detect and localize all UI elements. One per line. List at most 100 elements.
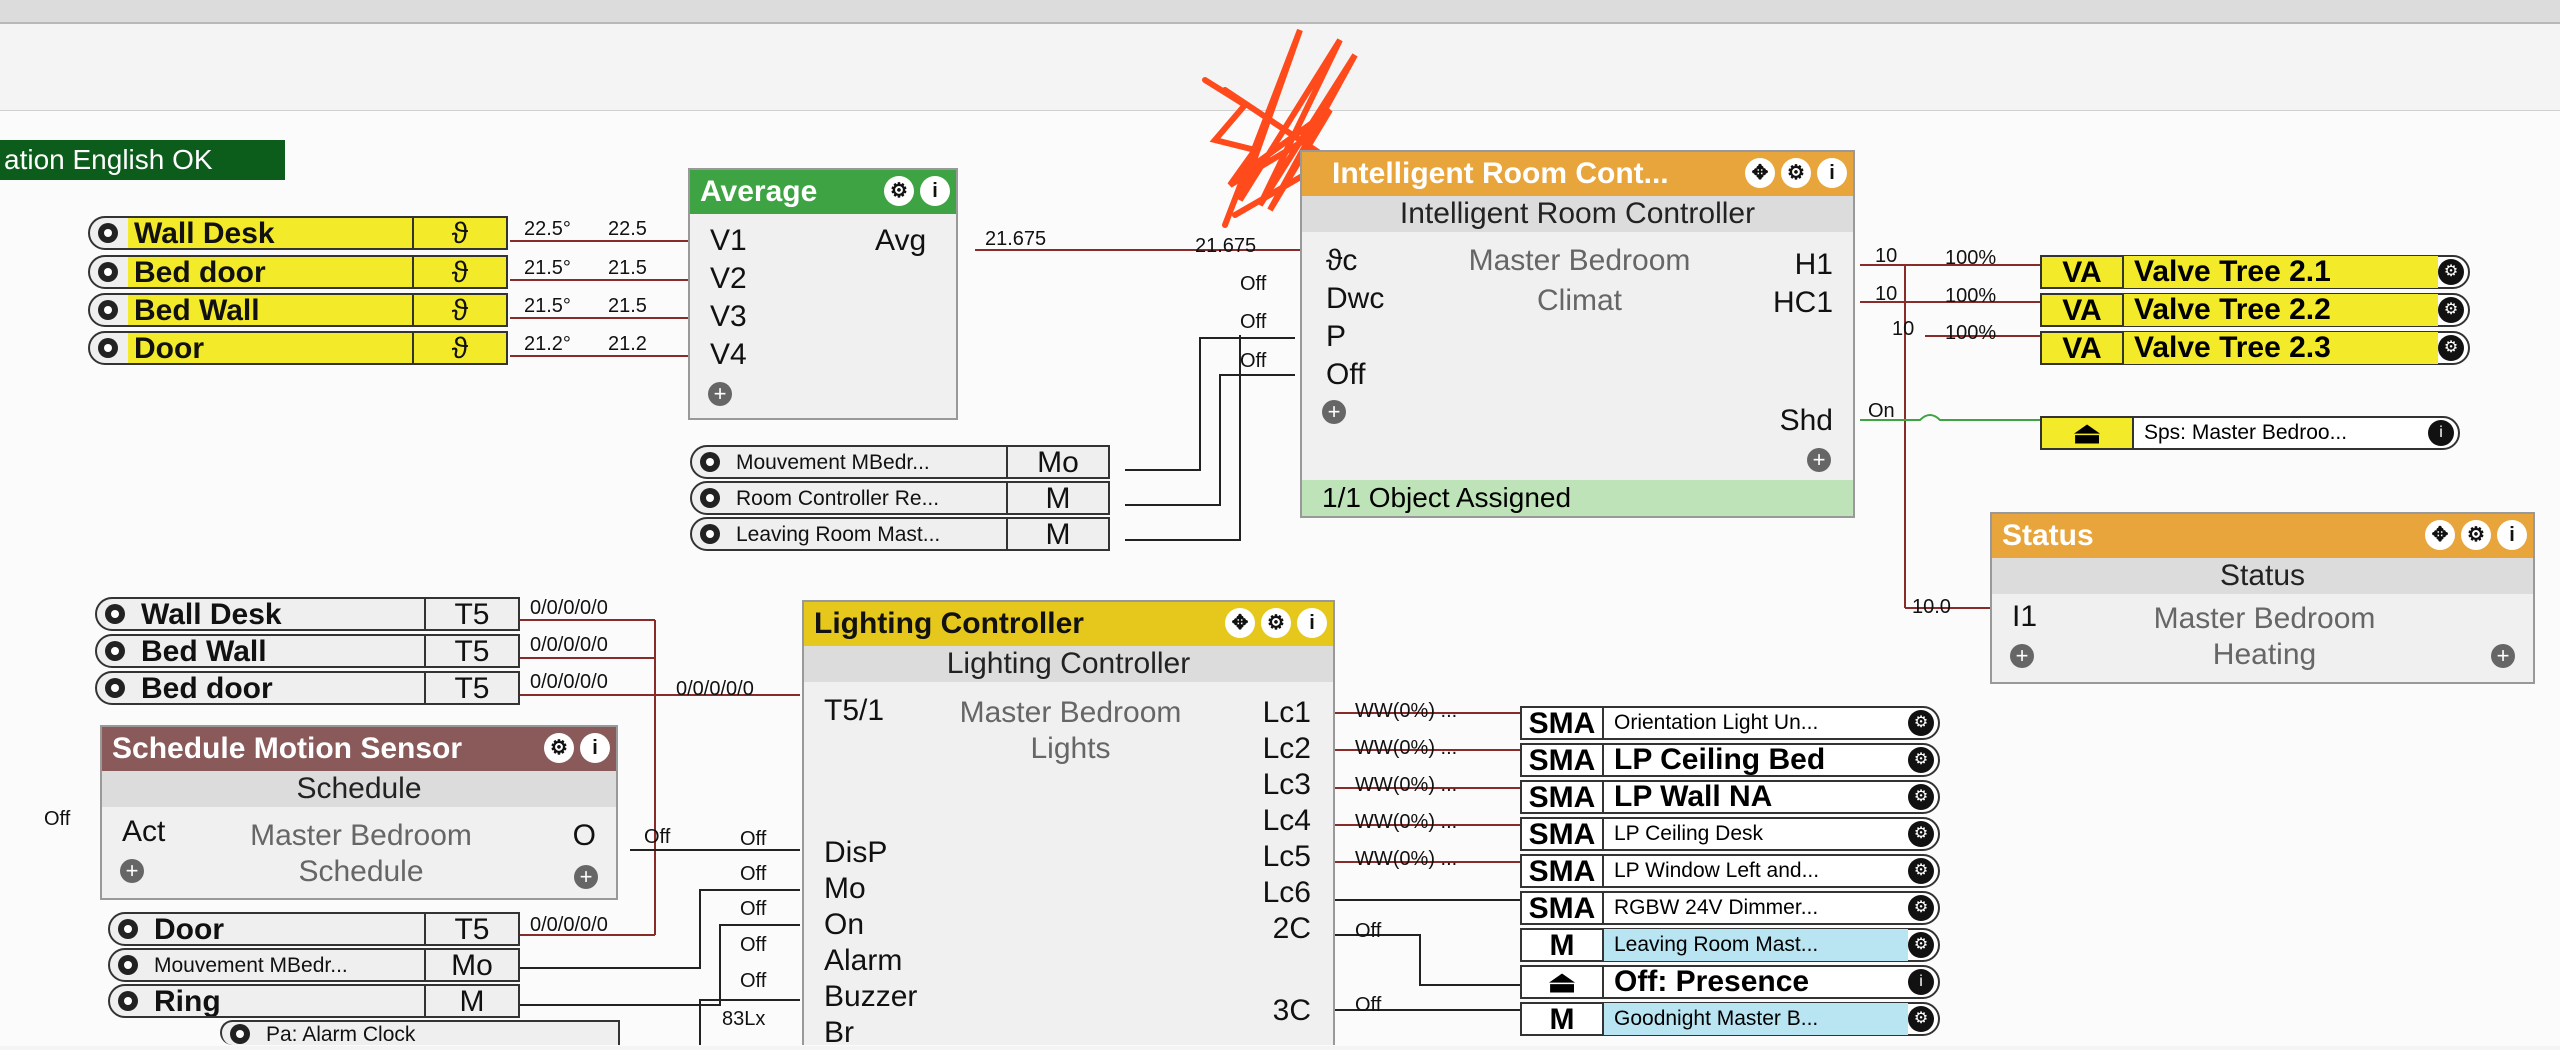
lighting-output-lc6[interactable]: Lc6 — [1263, 876, 1311, 910]
info-icon[interactable]: i — [2497, 520, 2527, 550]
output-orientation-light[interactable]: SMA Orientation Light Un... ⚙ — [1520, 706, 1940, 740]
lighting-input-disp[interactable]: DisP — [824, 836, 887, 870]
output-lp-ceiling-desk[interactable]: SMA LP Ceiling Desk ⚙ — [1520, 817, 1940, 851]
input-lower-ring[interactable]: Ring M — [108, 984, 520, 1018]
status-header[interactable]: Status ✥ ⚙ i — [1992, 514, 2533, 558]
gear-icon[interactable]: ⚙ — [2438, 297, 2464, 323]
lighting-output-lc5[interactable]: Lc5 — [1263, 840, 1311, 874]
gear-icon[interactable] — [700, 452, 720, 472]
output-lp-wall-na[interactable]: SMA LP Wall NA ⚙ — [1520, 780, 1940, 814]
move-icon[interactable]: ✥ — [1225, 608, 1255, 638]
input-mouvement[interactable]: Mouvement MBedr... Mo — [690, 445, 1110, 479]
lighting-input-on[interactable]: On — [824, 908, 864, 942]
info-icon[interactable]: i — [920, 176, 950, 206]
gear-icon[interactable]: ⚙ — [1908, 932, 1934, 958]
irc-input-off[interactable]: Off — [1326, 358, 1365, 392]
irc-output-h1[interactable]: H1 — [1795, 248, 1833, 282]
average-input-v3[interactable]: V3 — [710, 300, 747, 334]
gear-icon[interactable] — [98, 300, 118, 320]
info-icon[interactable]: i — [2428, 420, 2454, 446]
irc-header[interactable]: Intelligent Room Cont... ✥ ⚙ i — [1302, 152, 1853, 196]
lighting-output-3c[interactable]: 3C — [1273, 994, 1311, 1028]
gear-icon[interactable] — [98, 338, 118, 358]
gear-icon[interactable]: ⚙ — [884, 176, 914, 206]
gear-icon[interactable]: ⚙ — [2461, 520, 2491, 550]
info-icon[interactable]: i — [1297, 608, 1327, 638]
lighting-output-lc4[interactable]: Lc4 — [1263, 804, 1311, 838]
info-icon[interactable]: i — [1908, 969, 1934, 995]
move-icon[interactable]: ✥ — [2425, 520, 2455, 550]
average-input-v2[interactable]: V2 — [710, 262, 747, 296]
output-lp-ceiling-bed[interactable]: SMA LP Ceiling Bed ⚙ — [1520, 743, 1940, 777]
gear-icon[interactable]: ⚙ — [1261, 608, 1291, 638]
output-lp-window-left[interactable]: SMA LP Window Left and... ⚙ — [1520, 854, 1940, 888]
status-block[interactable]: Status ✥ ⚙ i Status I1 Master Bedroom Heat… — [1990, 512, 2535, 684]
input-light-bed-wall[interactable]: Bed Wall T5 — [95, 634, 520, 668]
gear-icon[interactable] — [700, 524, 720, 544]
intelligent-room-controller-block[interactable]: Intelligent Room Cont... ✥ ⚙ i Intelligent… — [1300, 150, 1855, 518]
input-bed-door[interactable]: Bed door ϑ — [88, 255, 508, 289]
output-rgbw-dimmer[interactable]: SMA RGBW 24V Dimmer... ⚙ — [1520, 891, 1940, 925]
gear-icon[interactable]: ⚙ — [1908, 1006, 1934, 1032]
info-icon[interactable] — [230, 1023, 250, 1044]
average-header[interactable]: Average ⚙ i — [690, 170, 956, 214]
gear-icon[interactable] — [700, 488, 720, 508]
gear-icon[interactable]: ⚙ — [1908, 784, 1934, 810]
input-lower-mouvement[interactable]: Mouvement MBedr... Mo — [108, 948, 520, 982]
output-valve-2-2[interactable]: VA Valve Tree 2.2 ⚙ — [2040, 293, 2470, 327]
input-door[interactable]: Door ϑ — [88, 331, 508, 365]
gear-icon[interactable]: ⚙ — [1908, 858, 1934, 884]
output-off-presence[interactable]: ⏏ Off: Presence i — [1520, 965, 1940, 999]
add-input-icon[interactable]: + — [1322, 400, 1346, 424]
info-icon[interactable]: i — [1817, 158, 1847, 188]
average-output-avg[interactable]: Avg — [875, 224, 926, 258]
lighting-input-buzzer[interactable]: Buzzer — [824, 980, 917, 1014]
lighting-input-mo[interactable]: Mo — [824, 872, 866, 906]
gear-icon[interactable]: ⚙ — [1908, 747, 1934, 773]
add-input-icon[interactable]: + — [708, 382, 732, 406]
lighting-output-lc2[interactable]: Lc2 — [1263, 732, 1311, 766]
gear-icon[interactable] — [98, 262, 118, 282]
lighting-output-lc3[interactable]: Lc3 — [1263, 768, 1311, 802]
gear-icon[interactable] — [118, 955, 138, 975]
irc-output-shd[interactable]: Shd — [1780, 404, 1833, 438]
average-block[interactable]: Average ⚙ i V1 V2 V3 V4 Avg + — [688, 168, 958, 420]
output-valve-2-3[interactable]: VA Valve Tree 2.3 ⚙ — [2040, 331, 2470, 365]
gear-icon[interactable] — [105, 641, 125, 661]
gear-icon[interactable]: ⚙ — [1908, 895, 1934, 921]
lighting-output-lc1[interactable]: Lc1 — [1263, 696, 1311, 730]
gear-icon[interactable]: ⚙ — [2438, 259, 2464, 285]
schedule-header[interactable]: Schedule Motion Sensor ⚙ i — [102, 727, 616, 771]
gear-icon[interactable] — [105, 678, 125, 698]
gear-icon[interactable]: ⚙ — [2438, 335, 2464, 361]
gear-icon[interactable] — [118, 991, 138, 1011]
input-light-bed-door[interactable]: Bed door T5 — [95, 671, 520, 705]
irc-input-p[interactable]: P — [1326, 320, 1346, 354]
gear-icon[interactable] — [98, 223, 118, 243]
lighting-input-alarm[interactable]: Alarm — [824, 944, 902, 978]
schedule-motion-sensor-block[interactable]: Schedule Motion Sensor ⚙ i Schedule Act M… — [100, 725, 618, 900]
gear-icon[interactable]: ⚙ — [1781, 158, 1811, 188]
gear-icon[interactable]: ⚙ — [544, 733, 574, 763]
add-output-icon[interactable]: + — [2491, 644, 2515, 668]
add-output-icon[interactable]: + — [574, 865, 598, 889]
input-bed-wall[interactable]: Bed Wall ϑ — [88, 293, 508, 327]
input-light-wall-desk[interactable]: Wall Desk T5 — [95, 597, 520, 631]
lighting-header[interactable]: Lighting Controller ✥ ⚙ i — [804, 602, 1333, 646]
input-partial-alarm-clock[interactable]: Pa: Alarm Clock — [220, 1020, 620, 1045]
lighting-output-2c[interactable]: 2C — [1273, 912, 1311, 946]
output-leaving-room[interactable]: M Leaving Room Mast... ⚙ — [1520, 928, 1940, 962]
gear-icon[interactable]: ⚙ — [1908, 710, 1934, 736]
add-input-icon[interactable]: + — [120, 859, 144, 883]
output-goodnight[interactable]: M Goodnight Master B... ⚙ — [1520, 1002, 1940, 1036]
gear-icon[interactable] — [118, 919, 138, 939]
output-sps-master-bedroom[interactable]: ⏏ Sps: Master Bedroo... i — [2040, 416, 2460, 450]
schedule-output-o[interactable]: O — [573, 819, 596, 853]
add-output-icon[interactable]: + — [1807, 448, 1831, 472]
irc-output-hc1[interactable]: HC1 — [1773, 286, 1833, 320]
gear-icon[interactable]: ⚙ — [1908, 821, 1934, 847]
add-input-icon[interactable]: + — [2010, 644, 2034, 668]
average-input-v4[interactable]: V4 — [710, 338, 747, 372]
gear-icon[interactable] — [105, 604, 125, 624]
average-input-v1[interactable]: V1 — [710, 224, 747, 258]
